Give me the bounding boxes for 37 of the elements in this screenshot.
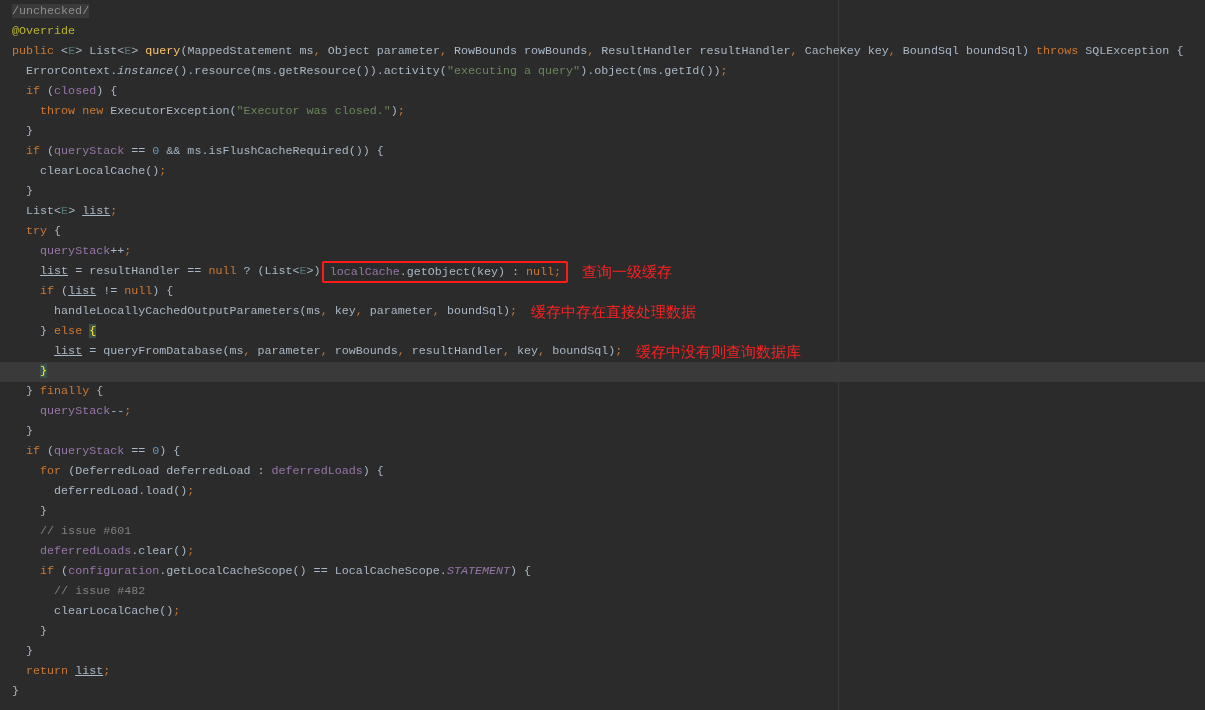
code-line: } [25,183,34,201]
code-line: try { [25,223,62,241]
code-line: if (queryStack == 0 && ms.isFlushCacheRequired()) { [25,143,384,161]
code-line: public <E> List<E> query(MappedStatement ms, Object parameter, RowBounds rowBounds, ResultHandler resultHandler, CacheKey key, BoundSql boundSql) throws SQLException { [12,43,1184,61]
code-line: } [25,123,34,141]
code-line: } else { [39,323,97,341]
code-line: list = resultHandler == null ? (List<E>) [39,263,321,281]
code-line: } [39,503,48,521]
annotation-note: 缓存中没有则查询数据库 [636,341,802,363]
code-line: List<E> list; [25,203,118,221]
code-line: @Override [12,23,76,41]
code-line: } [12,683,19,701]
code-line: if (list != null) { [39,283,174,301]
highlighted-code: localCache.getObject(key) : null; [321,261,569,283]
code-line: handleLocallyCachedOutputParameters(ms, key, parameter, boundSql); [53,303,518,321]
code-line: clearLocalCache(); [53,603,181,621]
code-line: return list; [25,663,111,681]
code-line: if (closed) { [25,83,118,101]
code-line: throw new ExecutorException("Executor was closed."); [39,103,405,121]
code-line: deferredLoad.load(); [53,483,195,501]
code-line: } [25,643,34,661]
code-line: if (configuration.getLocalCacheScope() == LocalCacheScope.STATEMENT) { [39,563,532,581]
code-line: // issue #482 [53,583,146,601]
code-line: queryStack--; [39,403,132,421]
code-line: } [25,423,34,441]
code-line: queryStack++; [39,243,132,261]
code-line: // issue #601 [39,523,132,541]
code-line: if (queryStack == 0) { [25,443,181,461]
code-line: list = queryFromDatabase(ms, parameter, rowBounds, resultHandler, key, boundSql); [53,343,623,361]
code-line: for (DeferredLoad deferredLoad : deferredLoads) { [39,463,384,481]
code-line: } finally { [25,383,104,401]
code-line: ErrorContext.instance().resource(ms.getResource()).activity("executing a query").object(ms.getId()); [25,63,728,81]
annotation-note: 缓存中存在直接处理数据 [531,301,697,323]
code-line: } [39,623,48,641]
annotation-note: 查询一级缓存 [582,261,673,283]
code-line: clearLocalCache(); [39,163,167,181]
code-line: deferredLoads.clear(); [39,543,195,561]
